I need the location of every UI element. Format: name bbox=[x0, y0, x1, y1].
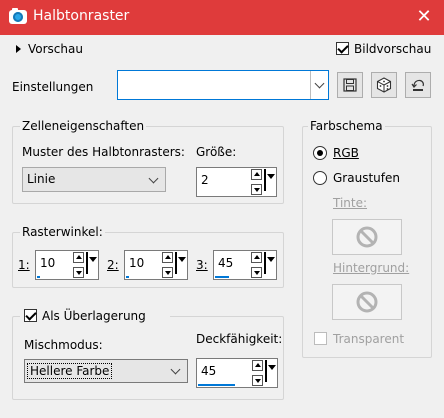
channel-2-value[interactable]: 10 bbox=[129, 256, 144, 270]
channel-3-value[interactable]: 45 bbox=[218, 256, 233, 270]
pattern-label: Muster des Halbtonrasters: bbox=[22, 145, 185, 159]
slider-popup-icon[interactable] bbox=[264, 169, 275, 191]
blend-mode-dropdown[interactable]: Hellere Farbe bbox=[24, 359, 188, 383]
decrement-arrow-icon[interactable] bbox=[251, 184, 262, 195]
background-color-swatch[interactable] bbox=[332, 284, 402, 320]
decrement-arrow-icon[interactable] bbox=[73, 267, 84, 278]
channel-3-label: 3: bbox=[196, 258, 208, 272]
increment-arrow-icon[interactable] bbox=[251, 252, 262, 263]
rgb-label[interactable]: RGB bbox=[333, 146, 359, 160]
close-button[interactable]: ✕ bbox=[404, 0, 444, 35]
channel-1-stepper[interactable]: 10 bbox=[35, 250, 99, 280]
no-color-icon bbox=[356, 291, 378, 313]
chevron-down-icon bbox=[148, 173, 159, 183]
camera-icon bbox=[9, 8, 27, 24]
transparent-label: Transparent bbox=[333, 332, 405, 346]
decrement-arrow-icon[interactable] bbox=[162, 267, 173, 278]
color-scheme-legend: Farbschema bbox=[308, 119, 385, 133]
pattern-value: Linie bbox=[27, 172, 56, 186]
reset-button[interactable] bbox=[405, 72, 431, 98]
grayscale-radio[interactable] bbox=[313, 171, 327, 185]
slider-popup-icon[interactable] bbox=[86, 252, 97, 274]
size-value[interactable]: 2 bbox=[201, 173, 209, 187]
size-stepper[interactable]: 2 bbox=[196, 167, 277, 197]
background-label: Hintergrund: bbox=[333, 261, 410, 275]
grayscale-label[interactable]: Graustufen bbox=[333, 171, 400, 185]
increment-arrow-icon[interactable] bbox=[162, 252, 173, 263]
save-preset-button[interactable] bbox=[337, 72, 363, 98]
slider-popup-icon[interactable] bbox=[265, 360, 276, 382]
bildvorschau-checkbox[interactable] bbox=[336, 42, 349, 55]
overlay-checkbox[interactable] bbox=[24, 309, 37, 322]
opacity-label: Deckfähigkeit: bbox=[196, 332, 283, 346]
slider-popup-icon[interactable] bbox=[175, 252, 186, 274]
dice-icon bbox=[376, 77, 392, 93]
blend-mode-label: Mischmodus: bbox=[24, 338, 103, 352]
window-title: Halbtonraster bbox=[33, 8, 130, 24]
size-label: Größe: bbox=[196, 145, 237, 159]
preview-toggle[interactable]: Vorschau bbox=[28, 42, 83, 56]
ink-label: Tinte: bbox=[333, 196, 368, 210]
chevron-down-icon bbox=[170, 364, 181, 375]
rgb-radio[interactable] bbox=[313, 146, 327, 160]
pattern-dropdown[interactable]: Linie bbox=[22, 167, 166, 192]
opacity-value[interactable]: 45 bbox=[201, 364, 216, 378]
overlay-label[interactable]: Als Überlagerung bbox=[42, 309, 146, 323]
chevron-down-icon bbox=[314, 78, 325, 89]
expand-preview-arrow-icon[interactable] bbox=[16, 45, 21, 53]
settings-dropdown[interactable] bbox=[117, 70, 329, 100]
increment-arrow-icon[interactable] bbox=[252, 360, 263, 371]
transparent-checkbox[interactable] bbox=[314, 332, 327, 345]
channel-2-label: 2: bbox=[107, 258, 119, 272]
channel-1-value[interactable]: 10 bbox=[40, 256, 55, 270]
screen-angle-legend: Rasterwinkel: bbox=[20, 225, 105, 239]
no-color-icon bbox=[356, 226, 378, 248]
ink-color-swatch[interactable] bbox=[332, 219, 402, 255]
bildvorschau-label[interactable]: Bildvorschau bbox=[354, 42, 431, 56]
randomize-button[interactable] bbox=[371, 72, 397, 98]
opacity-stepper[interactable]: 45 bbox=[196, 358, 278, 388]
increment-arrow-icon[interactable] bbox=[73, 252, 84, 263]
channel-3-stepper[interactable]: 45 bbox=[213, 250, 277, 280]
channel-1-label: 1: bbox=[18, 258, 30, 272]
save-icon bbox=[343, 78, 357, 92]
decrement-arrow-icon[interactable] bbox=[251, 267, 262, 278]
cell-properties-legend: Zelleneigenschaften bbox=[20, 119, 147, 133]
channel-2-stepper[interactable]: 10 bbox=[124, 250, 188, 280]
slider-popup-icon[interactable] bbox=[264, 252, 275, 274]
increment-arrow-icon[interactable] bbox=[251, 169, 262, 180]
decrement-arrow-icon[interactable] bbox=[252, 375, 263, 386]
reset-icon bbox=[411, 79, 424, 91]
settings-label: Einstellungen bbox=[12, 80, 94, 94]
blend-mode-value: Hellere Farbe bbox=[27, 363, 113, 379]
title-bar: Halbtonraster ✕ bbox=[0, 0, 444, 35]
